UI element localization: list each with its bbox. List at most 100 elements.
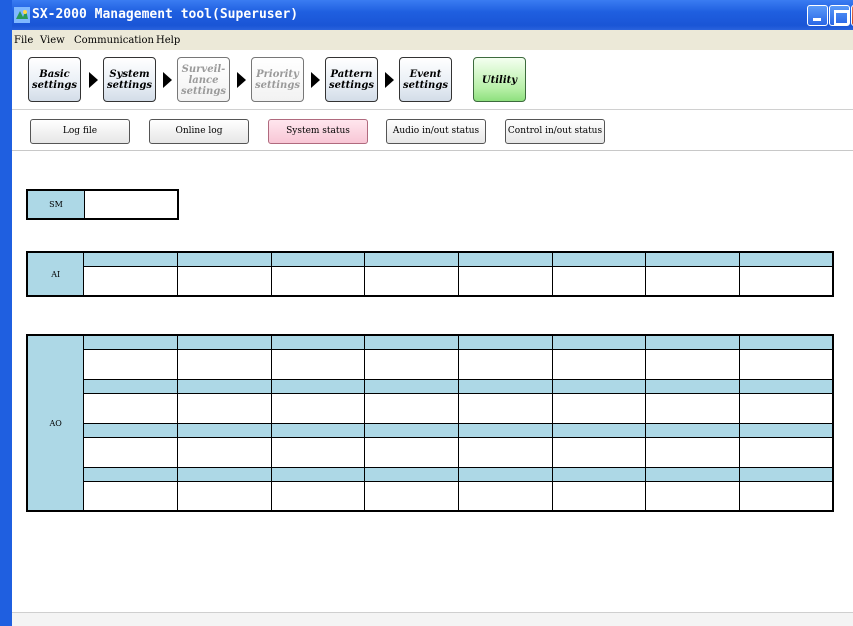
ao-status-cell — [270, 392, 366, 424]
ao-status-cell — [364, 392, 459, 424]
ao-status-cell — [83, 480, 178, 512]
ao-header-cell — [270, 334, 366, 350]
event-settings-button[interactable]: Event settings — [399, 57, 452, 102]
ao-header-cell — [645, 466, 740, 482]
menu-communication[interactable]: Communication — [74, 35, 154, 46]
ao-header-cell — [176, 422, 272, 438]
window-left-border — [0, 0, 12, 626]
ao-header-cell — [176, 334, 272, 350]
ao-status-cell — [83, 436, 178, 468]
title-bar: SX-2000 Management tool(Superuser) — [12, 0, 853, 30]
status-bar — [12, 612, 853, 626]
ao-status-cell — [364, 480, 459, 512]
arrow-right-icon — [89, 72, 98, 88]
pattern-settings-button[interactable]: Pattern settings — [325, 57, 378, 102]
ai-status-table: AI — [26, 251, 834, 297]
ao-status-table: AO — [26, 334, 834, 512]
ao-status-cell — [738, 392, 834, 424]
ao-header-cell — [364, 422, 459, 438]
ao-header-cell — [270, 422, 366, 438]
ao-header-cell — [83, 422, 178, 438]
tab-system-status[interactable]: System status — [268, 119, 368, 144]
app-window: SX-2000 Management tool(Superuser) File … — [12, 0, 853, 626]
ao-status-cell — [551, 392, 647, 424]
ao-status-cell — [270, 480, 366, 512]
ao-header-cell — [83, 334, 178, 350]
ao-header-cell — [270, 378, 366, 394]
menu-bar: File View Communication Help — [12, 30, 853, 50]
menu-file[interactable]: File — [14, 35, 33, 46]
surveillance-settings-button[interactable]: Surveil-lance settings — [177, 57, 230, 102]
ao-header-cell — [457, 334, 553, 350]
ao-header-cell — [645, 378, 740, 394]
minimize-button[interactable] — [807, 5, 828, 26]
ao-status-cell — [176, 348, 272, 380]
ao-header-cell — [551, 334, 647, 350]
ai-header-cell — [176, 251, 272, 267]
sm-status-box: SM — [26, 189, 179, 220]
ao-status-cell — [364, 436, 459, 468]
tab-online-log[interactable]: Online log — [149, 119, 249, 144]
ao-header-cell — [364, 334, 459, 350]
arrow-right-icon — [163, 72, 172, 88]
ao-header-cell — [738, 378, 834, 394]
ai-status-cell — [551, 265, 647, 297]
tab-control-in-out-status[interactable]: Control in/out status — [505, 119, 605, 144]
ao-header-cell — [551, 378, 647, 394]
tab-audio-in-out-status[interactable]: Audio in/out status — [386, 119, 486, 144]
ao-header-cell — [551, 422, 647, 438]
ai-header-cell — [645, 251, 740, 267]
ao-status-cell — [551, 436, 647, 468]
sm-label: SM — [28, 191, 85, 218]
ai-status-cell — [83, 265, 178, 297]
settings-wizard: Basic settings System settings Surveil-lan… — [12, 50, 853, 110]
priority-settings-button[interactable]: Priority settings — [251, 57, 304, 102]
ao-status-cell — [176, 436, 272, 468]
ao-header-cell — [645, 422, 740, 438]
basic-settings-button[interactable]: Basic settings — [28, 57, 81, 102]
ai-header-cell — [457, 251, 553, 267]
ai-header-cell — [738, 251, 834, 267]
utility-button[interactable]: Utility — [473, 57, 526, 102]
ao-status-cell — [645, 348, 740, 380]
ao-status-cell — [83, 392, 178, 424]
ao-status-cell — [738, 480, 834, 512]
maximize-button[interactable] — [829, 5, 850, 26]
ao-header-cell — [457, 378, 553, 394]
ao-label: AO — [26, 334, 85, 512]
ao-header-cell — [270, 466, 366, 482]
menu-view[interactable]: View — [40, 35, 65, 46]
ao-header-cell — [738, 334, 834, 350]
ao-status-cell — [645, 436, 740, 468]
ao-status-cell — [457, 348, 553, 380]
ao-header-cell — [551, 466, 647, 482]
ao-status-cell — [551, 480, 647, 512]
system-settings-button[interactable]: System settings — [103, 57, 156, 102]
ao-status-cell — [738, 348, 834, 380]
ao-status-cell — [176, 480, 272, 512]
ao-status-cell — [645, 480, 740, 512]
arrow-right-icon — [385, 72, 394, 88]
ao-status-cell — [176, 392, 272, 424]
ao-status-cell — [83, 348, 178, 380]
ai-header-cell — [83, 251, 178, 267]
ao-header-cell — [364, 378, 459, 394]
utility-subtabs: Log file Online log System status Audio … — [12, 111, 853, 151]
ao-header-cell — [176, 378, 272, 394]
ao-header-cell — [645, 334, 740, 350]
ai-status-cell — [738, 265, 834, 297]
ai-label: AI — [26, 251, 85, 297]
ao-status-cell — [457, 392, 553, 424]
ao-status-cell — [270, 436, 366, 468]
ao-status-cell — [270, 348, 366, 380]
menu-help[interactable]: Help — [156, 35, 180, 46]
ai-status-cell — [176, 265, 272, 297]
ai-header-cell — [364, 251, 459, 267]
ao-status-cell — [364, 348, 459, 380]
ao-status-cell — [645, 392, 740, 424]
tab-log-file[interactable]: Log file — [30, 119, 130, 144]
window-title: SX-2000 Management tool(Superuser) — [32, 7, 299, 22]
ai-status-cell — [645, 265, 740, 297]
ao-status-cell — [738, 436, 834, 468]
arrow-right-icon — [237, 72, 246, 88]
